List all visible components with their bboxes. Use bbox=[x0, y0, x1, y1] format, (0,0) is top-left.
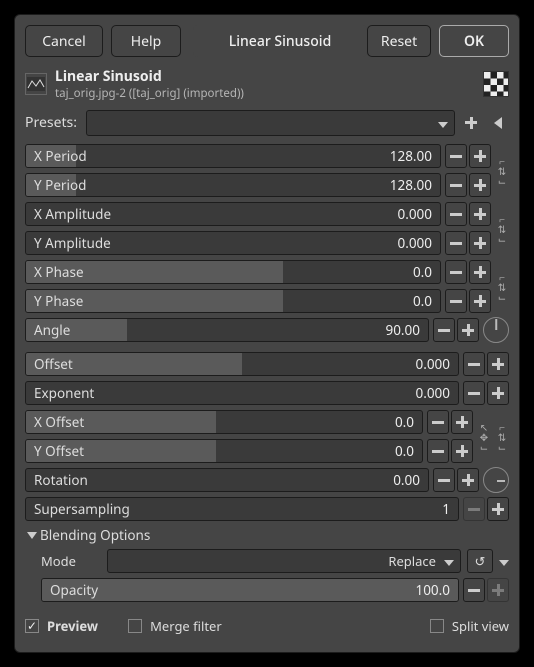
y-amplitude-field[interactable]: Y Amplitude0.000 bbox=[25, 231, 441, 255]
y-offset-decr[interactable] bbox=[427, 439, 449, 463]
split-view-label: Split view bbox=[452, 617, 509, 635]
merge-filter-label: Merge filter bbox=[150, 617, 222, 635]
chevron-down-icon bbox=[438, 114, 448, 132]
add-preset-button[interactable] bbox=[460, 112, 482, 134]
x-offset-incr[interactable] bbox=[451, 410, 473, 434]
supersampling-incr[interactable] bbox=[487, 497, 509, 521]
x-period-field[interactable]: X Period128.00 bbox=[25, 144, 441, 168]
x-phase-field[interactable]: X Phase0.0 bbox=[25, 260, 441, 284]
y-amplitude-decr[interactable] bbox=[445, 231, 467, 255]
ok-button[interactable]: OK bbox=[439, 25, 509, 57]
dialog-title: Linear Sinusoid bbox=[193, 25, 367, 57]
angle-decr[interactable] bbox=[433, 318, 455, 342]
rotation-dial[interactable] bbox=[483, 467, 509, 493]
filter-icon bbox=[25, 73, 47, 95]
filter-name: Linear Sinusoid bbox=[55, 67, 475, 86]
exponent-decr[interactable] bbox=[463, 381, 485, 405]
x-period-incr[interactable] bbox=[469, 144, 491, 168]
reset-button[interactable]: Reset bbox=[367, 25, 431, 57]
y-period-decr[interactable] bbox=[445, 173, 467, 197]
merge-filter-checkbox[interactable] bbox=[128, 619, 142, 633]
preview-swatch bbox=[483, 71, 509, 97]
opacity-field[interactable]: Opacity100.0 bbox=[41, 578, 459, 602]
link-amplitude-icon[interactable]: ⌐⇅⌙ bbox=[495, 214, 509, 243]
blending-options-header[interactable]: Blending Options bbox=[25, 524, 509, 546]
preview-checkbox[interactable] bbox=[25, 619, 39, 633]
angle-dial[interactable] bbox=[483, 317, 509, 343]
x-offset-field[interactable]: X Offset0.0 bbox=[25, 410, 423, 434]
y-offset-field[interactable]: Y Offset0.0 bbox=[25, 439, 423, 463]
x-phase-incr[interactable] bbox=[469, 260, 491, 284]
angle-incr[interactable] bbox=[457, 318, 479, 342]
y-offset-incr[interactable] bbox=[451, 439, 473, 463]
rotation-incr[interactable] bbox=[457, 468, 479, 492]
preview-label: Preview bbox=[47, 617, 98, 635]
y-phase-decr[interactable] bbox=[445, 289, 467, 313]
y-period-field[interactable]: Y Period128.00 bbox=[25, 173, 441, 197]
rotation-decr[interactable] bbox=[433, 468, 455, 492]
x-amplitude-field[interactable]: X Amplitude0.000 bbox=[25, 202, 441, 226]
image-subtitle: taj_orig.jpg-2 ([taj_orig] (imported)) bbox=[55, 86, 475, 101]
y-period-incr[interactable] bbox=[469, 173, 491, 197]
exponent-field[interactable]: Exponent0.000 bbox=[25, 381, 459, 405]
presets-dropdown[interactable] bbox=[86, 110, 455, 136]
opacity-incr[interactable] bbox=[487, 578, 509, 602]
x-phase-decr[interactable] bbox=[445, 260, 467, 284]
offset-decr[interactable] bbox=[463, 352, 485, 376]
offset-incr[interactable] bbox=[487, 352, 509, 376]
link-phase-icon[interactable]: ⌐⇅⌙ bbox=[495, 272, 509, 301]
exponent-incr[interactable] bbox=[487, 381, 509, 405]
x-amplitude-incr[interactable] bbox=[469, 202, 491, 226]
mode-reset-button[interactable]: ↺ bbox=[467, 549, 493, 573]
supersampling-decr[interactable] bbox=[463, 497, 485, 521]
opacity-decr[interactable] bbox=[463, 578, 485, 602]
manage-presets-button[interactable] bbox=[487, 112, 509, 134]
y-amplitude-incr[interactable] bbox=[469, 231, 491, 255]
x-period-decr[interactable] bbox=[445, 144, 467, 168]
mode-dropdown[interactable]: Replace bbox=[107, 549, 461, 573]
chevron-down-icon bbox=[444, 552, 454, 570]
rotation-field[interactable]: Rotation0.00 bbox=[25, 468, 429, 492]
y-phase-field[interactable]: Y Phase0.0 bbox=[25, 289, 441, 313]
help-button[interactable]: Help bbox=[111, 25, 181, 57]
chevron-down-icon[interactable] bbox=[499, 552, 509, 570]
presets-label: Presets: bbox=[25, 113, 81, 132]
offset-field[interactable]: Offset0.000 bbox=[25, 352, 459, 376]
split-view-checkbox[interactable] bbox=[430, 619, 444, 633]
cancel-button[interactable]: Cancel bbox=[25, 25, 103, 57]
link-period-icon[interactable]: ⌐⇅⌙ bbox=[495, 156, 509, 185]
y-phase-incr[interactable] bbox=[469, 289, 491, 313]
x-offset-decr[interactable] bbox=[427, 410, 449, 434]
link-offset-icon[interactable]: ⌐⇅⌙ bbox=[495, 422, 509, 451]
x-amplitude-decr[interactable] bbox=[445, 202, 467, 226]
mode-label: Mode bbox=[41, 552, 101, 570]
supersampling-field[interactable]: Supersampling1 bbox=[25, 497, 459, 521]
offset-picker-icon[interactable]: ↖✥⌙ bbox=[477, 422, 491, 451]
angle-field[interactable]: Angle90.00 bbox=[25, 318, 429, 342]
